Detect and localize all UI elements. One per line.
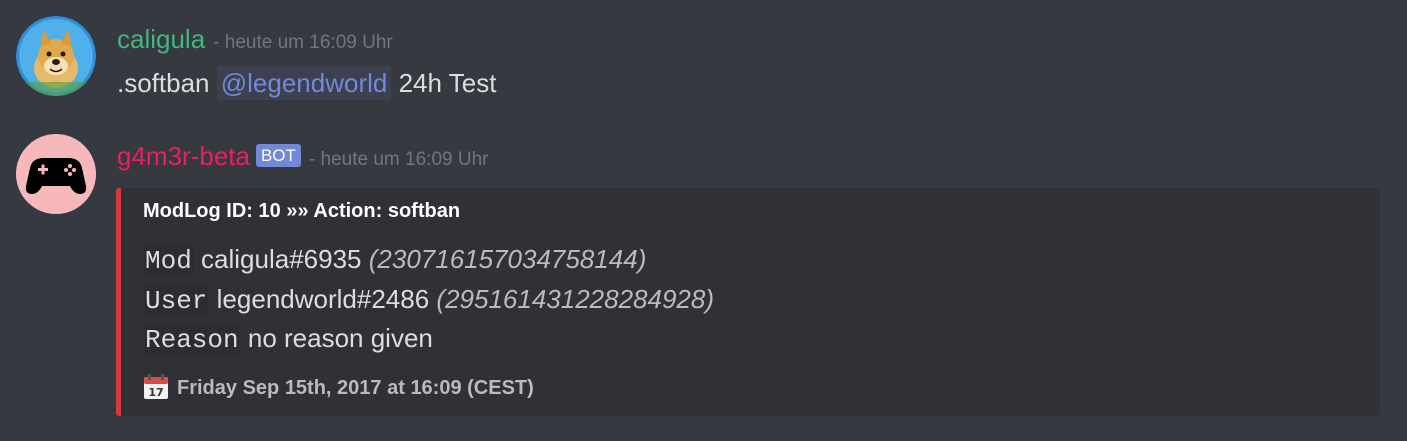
field-reason: Reason no reason given [143,323,433,355]
field-value: no reason given [247,323,433,353]
field-key: Reason [143,325,241,355]
field-user: User legendworld#2486 (29516143122828492… [143,284,714,316]
field-value: caligula#6935 [201,244,362,274]
field-id: (295161431228284928) [436,284,715,314]
embed: ModLog ID: 10 »» Action: softban Mod cal… [116,188,1380,416]
footer-text: Friday Sep 15th, 2017 at 16:09 (CEST) [177,377,534,399]
bot-badge: BOT [255,144,301,167]
embed-footer: 17 Friday Sep 15th, 2017 at 16:09 (CEST) [143,374,534,400]
field-key: User [143,286,210,316]
message-2: g4m3r-beta BOT - heute um 16:09 Uhr ModLog… [0,0,1407,441]
author-name[interactable]: g4m3r-beta [117,141,250,171]
field-value: legendworld#2486 [216,284,430,314]
gamepad-avatar-icon [16,134,96,214]
calendar-icon: 17 [144,374,168,399]
embed-title: ModLog ID: 10 »» Action: softban [143,200,461,222]
field-mod: Mod caligula#6935 (230716157034758144) [143,244,646,276]
avatar-g4m3r-beta[interactable] [16,134,96,214]
timestamp: - heute um 16:09 Uhr [308,149,489,170]
field-id: (230716157034758144) [368,244,647,274]
message-header: g4m3r-beta BOT - heute um 16:09 Uhr [117,141,488,172]
field-key: Mod [143,246,194,276]
svg-text:17: 17 [148,386,163,399]
